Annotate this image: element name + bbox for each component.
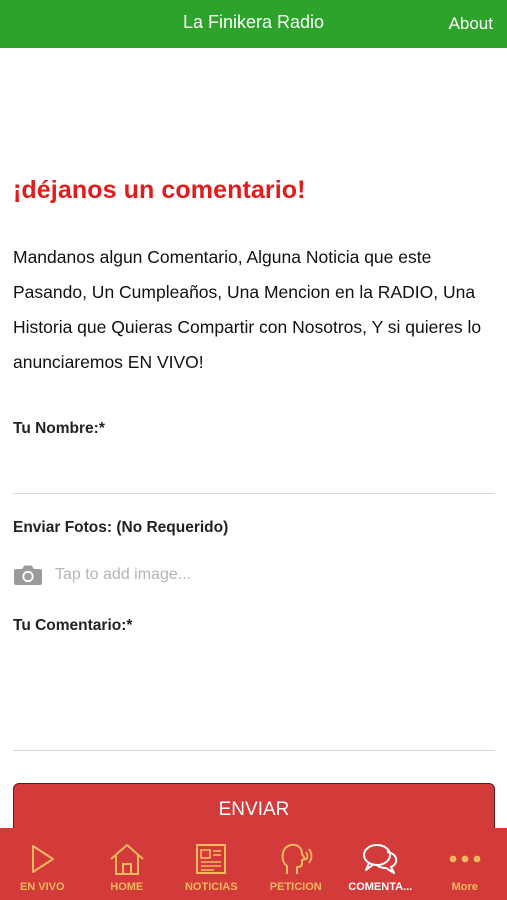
camera-icon[interactable] xyxy=(13,563,43,587)
about-button[interactable]: About xyxy=(449,14,493,34)
comment-label: Tu Comentario:* xyxy=(13,617,133,634)
chat-bubbles-icon xyxy=(363,844,398,874)
tab-comentarios[interactable]: COMENTA... xyxy=(338,828,423,900)
play-icon xyxy=(32,845,55,873)
speaking-head-icon xyxy=(281,843,313,874)
tab-label: EN VIVO xyxy=(19,881,65,893)
intro-text: Mandanos algun Comentario, Alguna Notici… xyxy=(13,247,482,372)
add-image-hint[interactable]: Tap to add image... xyxy=(55,566,191,584)
comment-underline xyxy=(13,750,495,751)
tab-peticion[interactable]: PETICION xyxy=(254,828,339,900)
more-dots-icon xyxy=(449,855,481,863)
tab-label: HOME xyxy=(110,881,144,893)
name-underline xyxy=(13,493,495,494)
newspaper-icon xyxy=(196,844,227,874)
tab-noticias[interactable]: NOTICIAS xyxy=(169,828,254,900)
add-image-row[interactable]: Tap to add image... xyxy=(13,560,495,590)
photos-label: Enviar Fotos: (No Requerido) xyxy=(13,519,229,536)
home-icon xyxy=(110,844,144,875)
tab-bar: EN VIVO HOME NOTICIAS PETICION COMENTA..… xyxy=(0,828,507,900)
app-title: La Finikera Radio xyxy=(182,12,325,32)
page-heading: ¡déjanos un comentario! xyxy=(13,176,306,204)
tab-label: COMENTA... xyxy=(348,881,413,893)
tab-more[interactable]: More xyxy=(423,828,507,900)
name-input[interactable] xyxy=(13,452,495,488)
tab-label: PETICION xyxy=(269,881,322,893)
tab-home[interactable]: HOME xyxy=(85,828,170,900)
name-label: Tu Nombre:* xyxy=(13,420,105,437)
tab-en-vivo[interactable]: EN VIVO xyxy=(0,828,85,900)
header-bar: La Finikera Radio About xyxy=(0,0,507,48)
tab-label: More xyxy=(451,881,478,893)
tab-label: NOTICIAS xyxy=(184,881,238,893)
comment-input[interactable] xyxy=(13,650,495,745)
